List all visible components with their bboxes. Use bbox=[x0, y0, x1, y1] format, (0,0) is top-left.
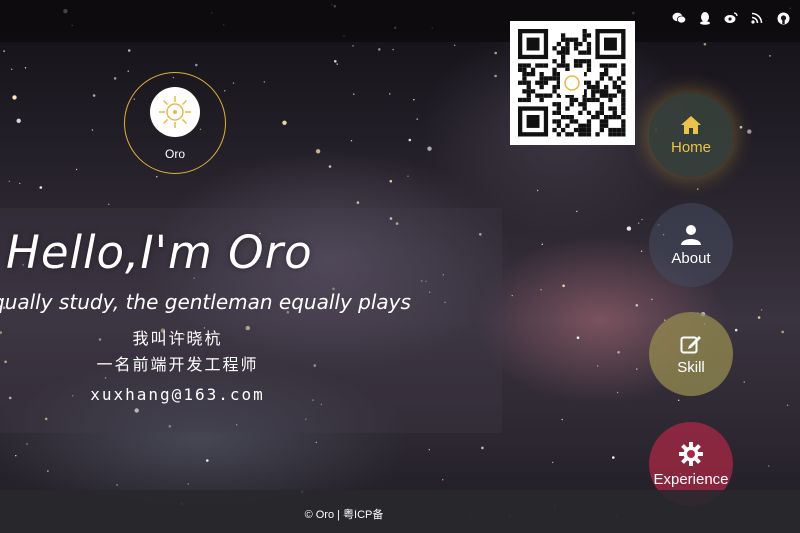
weibo-icon[interactable] bbox=[722, 9, 740, 27]
profile-avatar[interactable]: Oro bbox=[124, 72, 226, 174]
nav-home[interactable]: Home bbox=[649, 93, 733, 177]
nav-about[interactable]: About bbox=[649, 203, 733, 287]
profile-name: Oro bbox=[164, 147, 185, 161]
nav-home-label: Home bbox=[670, 138, 711, 156]
rss-icon[interactable] bbox=[748, 9, 766, 27]
home-icon bbox=[681, 115, 701, 134]
wechat-icon[interactable] bbox=[670, 9, 688, 27]
nav-about-label: About bbox=[671, 249, 711, 267]
top-bar bbox=[0, 0, 800, 42]
nav-experience-label: Experience bbox=[653, 470, 729, 488]
user-icon bbox=[681, 224, 701, 245]
gear-icon bbox=[679, 441, 703, 466]
contact-email[interactable]: xuxhang@163.com bbox=[0, 385, 355, 404]
intro-name-line: 我叫许晓杭 bbox=[132, 329, 223, 348]
footer: © Oro | 粤ICP备 bbox=[0, 490, 800, 533]
avatar bbox=[150, 87, 200, 137]
qq-icon[interactable] bbox=[696, 9, 714, 27]
intro-role-line: 一名前端开发工程师 bbox=[96, 355, 259, 374]
footer-copyright: © Oro | 粤ICP备 bbox=[304, 509, 384, 521]
edit-icon bbox=[680, 335, 701, 353]
nav-skill[interactable]: Skill bbox=[649, 312, 733, 396]
github-icon[interactable] bbox=[774, 9, 792, 27]
nav-skill-label: Skill bbox=[677, 358, 705, 376]
hero-motto: qually study, the gentleman equally play… bbox=[0, 290, 411, 314]
social-links bbox=[670, 9, 792, 27]
hero-greeting: Hello,I'm Oro bbox=[6, 226, 313, 279]
qr-code-image bbox=[510, 21, 635, 145]
sun-logo-icon bbox=[159, 96, 191, 128]
